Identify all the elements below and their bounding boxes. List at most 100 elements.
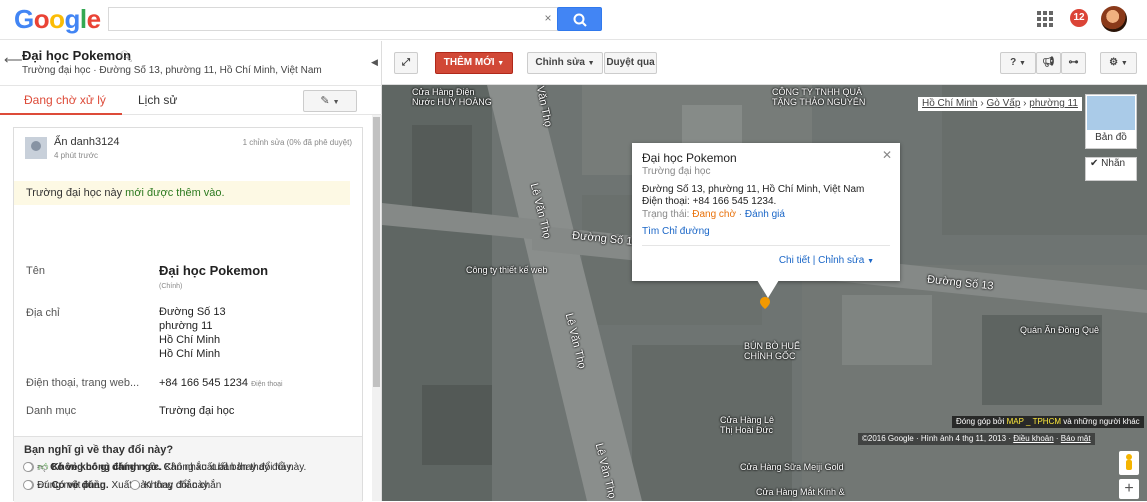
gear-icon: ⚙ [1109, 57, 1119, 68]
added-notice: Trường đại học này mới được thêm vào. [14, 181, 350, 205]
edit-dropdown-button[interactable]: Chỉnh sửa ▼ [527, 52, 603, 74]
poi-label[interactable]: TẶNG THẢO NGUYÊN [772, 97, 865, 107]
apps-grid-icon[interactable] [1037, 11, 1053, 27]
poi-label[interactable]: BÚN BÒ HUẾ [744, 341, 800, 351]
link-button[interactable]: ⊶ [1061, 52, 1086, 74]
left-panel: ⟵ Đại học Pokemon 🔍︎ Trường đại học · Đư… [0, 41, 382, 502]
poi-label[interactable]: Quán Ăn Đồng Quê [1020, 325, 1099, 335]
phone-label: Điện thoại, trang web... [26, 377, 140, 389]
notification-badge[interactable]: 12 [1070, 9, 1088, 27]
map-toolbar: ⤢ THÊM MỚI ▼ Chỉnh sửa ▼ Duyệt qua ? ▼ 📢… [382, 41, 1147, 85]
add-new-button[interactable]: THÊM MỚI ▼ [435, 52, 513, 74]
map-panel: ⤢ THÊM MỚI ▼ Chỉnh sửa ▼ Duyệt qua ? ▼ 📢… [382, 41, 1147, 501]
category-label: Danh mục [26, 405, 77, 417]
edit-card: Ẩn danh3124 4 phút trước 1 chỉnh sửa (0%… [13, 127, 363, 502]
option-not-sure[interactable]: Không chắc chắn [130, 480, 221, 491]
expand-icon: ⤢ [402, 57, 410, 68]
directions-link[interactable]: Tìm Chỉ đường [642, 226, 710, 237]
back-arrow-icon[interactable]: ⟵ [4, 52, 23, 68]
help-button[interactable]: ? ▼ [1000, 52, 1036, 74]
poi-label[interactable]: Cửa Hàng Mắt Kính & [756, 487, 845, 497]
search-icon [573, 13, 587, 27]
link-icon: ⊶ [1068, 57, 1079, 68]
announce-button[interactable]: 📢︎ [1036, 52, 1061, 74]
details-edit-link[interactable]: Chi tiết | Chỉnh sửa ▼ [779, 255, 874, 266]
option-looks-wrong[interactable]: 👎︎ Có vẻ không chính xác. Không xuất bản … [23, 461, 293, 473]
poi-label[interactable]: CHÍNH GỐC [744, 351, 796, 361]
copyright-bar: ©2016 Google · Hình ảnh 4 thg 11, 2013 ·… [858, 433, 1095, 445]
name-label: Tên [26, 265, 45, 277]
satellite-map[interactable]: Lê Văn Thọ Lê Văn Thọ Lê Văn Thọ Lê Văn … [382, 85, 1147, 501]
poi-label[interactable]: Công ty thiết kế web [466, 265, 548, 275]
name-note: (Chính) [159, 283, 183, 290]
account-avatar[interactable] [1101, 6, 1127, 32]
info-category: Trường đại học [642, 166, 711, 177]
radio-button[interactable] [23, 462, 33, 472]
edit-time: 4 phút trước [54, 151, 98, 160]
address-line-2: phường 11 [159, 320, 213, 332]
map-type-label: Bản đồ [1095, 132, 1127, 143]
scroll-thumb[interactable] [373, 117, 380, 387]
terms-link[interactable]: Điều khoản [1013, 434, 1053, 443]
pegman-icon[interactable] [1119, 451, 1139, 475]
edit-count: 1 chỉnh sửa (0% đã phê duyệt) [242, 138, 352, 147]
scrollbar[interactable] [372, 115, 381, 501]
poi-label[interactable]: Cửa Hàng Điện [412, 87, 475, 97]
map-type-toggle[interactable]: Bản đồ [1085, 94, 1137, 149]
top-bar: Google × 12 [0, 0, 1147, 40]
settings-button[interactable]: ⚙ ▼ [1100, 52, 1137, 74]
close-icon[interactable]: ✕ [882, 148, 892, 162]
collapse-panel-icon[interactable]: ◀ [371, 57, 378, 68]
breadcrumb-city[interactable]: Hồ Chí Minh [922, 98, 978, 109]
poi-label[interactable]: Cửa Hàng Lê [720, 415, 774, 425]
zoom-in-button[interactable]: + [1119, 479, 1139, 499]
pencil-icon: ✎ [320, 95, 330, 107]
tab-bar: Đang chờ xử lý Lịch sử ✎ ▼ [0, 85, 382, 115]
poi-label[interactable]: CÔNG TY TNHH QUÀ [772, 87, 862, 97]
poi-label[interactable]: Nước HUY HOÀNG [412, 97, 492, 107]
attribution: Đóng góp bởi MAP _ TPHCM và những người … [952, 416, 1144, 428]
chevron-down-icon: ▼ [867, 258, 874, 265]
radio-button[interactable] [23, 480, 33, 490]
question-title: Bạn nghĩ gì về thay đổi này? [24, 444, 174, 456]
poi-label[interactable]: Thị Hoài Đức [720, 425, 773, 435]
info-title: Đại học Pokemon [642, 151, 737, 165]
tab-pending[interactable]: Đang chờ xử lý [24, 93, 106, 107]
chevron-down-icon: ▼ [1018, 60, 1026, 67]
divider [642, 245, 890, 246]
search-button[interactable] [557, 7, 602, 31]
address-line-3: Hồ Chí Minh [159, 334, 221, 346]
radio-button[interactable] [130, 480, 140, 490]
edit-pencil-button[interactable]: ✎ ▼ [303, 90, 357, 112]
search-icon[interactable]: 🔍︎ [119, 50, 133, 63]
clear-search-icon[interactable]: × [541, 9, 555, 27]
poi-label[interactable]: Cửa Hàng Sữa Meiji Gold [740, 462, 844, 472]
rate-link[interactable]: Đánh giá [745, 209, 785, 220]
phone-number: +84 166 545 1234 [159, 377, 249, 389]
review-button[interactable]: Duyệt qua [604, 52, 657, 74]
name-value: Đại học Pokemon [159, 263, 269, 278]
user-avatar [25, 137, 47, 159]
tab-history[interactable]: Lịch sử [138, 93, 177, 107]
labels-toggle[interactable]: ✔ Nhãn [1085, 157, 1137, 181]
phone-value: +84 166 545 1234 Điện thoại [159, 377, 283, 391]
search-input[interactable] [108, 7, 558, 31]
map-thumbnail [1087, 96, 1135, 130]
breadcrumb-ward[interactable]: phường 11 [1029, 98, 1078, 109]
user-name[interactable]: Ẩn danh3124 [54, 136, 119, 148]
address-line-1: Đường Số 13 [159, 306, 226, 318]
megaphone-icon: 📢︎ [1042, 57, 1055, 68]
active-tab-indicator [0, 113, 122, 115]
breadcrumb-district[interactable]: Gò Vấp [986, 98, 1020, 109]
report-link[interactable]: Báo mật [1061, 434, 1091, 443]
place-subtitle: Trường đại học · Đường Số 13, phường 11,… [22, 65, 322, 76]
address-label: Địa chỉ [26, 307, 60, 319]
place-marker-icon[interactable] [760, 297, 770, 309]
info-tail [757, 280, 779, 298]
chevron-down-icon: ▼ [332, 99, 340, 106]
option-partly-correct[interactable]: Đúng một phần [23, 480, 105, 491]
google-logo[interactable]: Google [14, 4, 101, 35]
place-title: Đại học Pokemon [22, 48, 132, 63]
fullscreen-button[interactable]: ⤢ [394, 52, 418, 74]
notice-highlight: mới được thêm vào. [125, 187, 225, 199]
